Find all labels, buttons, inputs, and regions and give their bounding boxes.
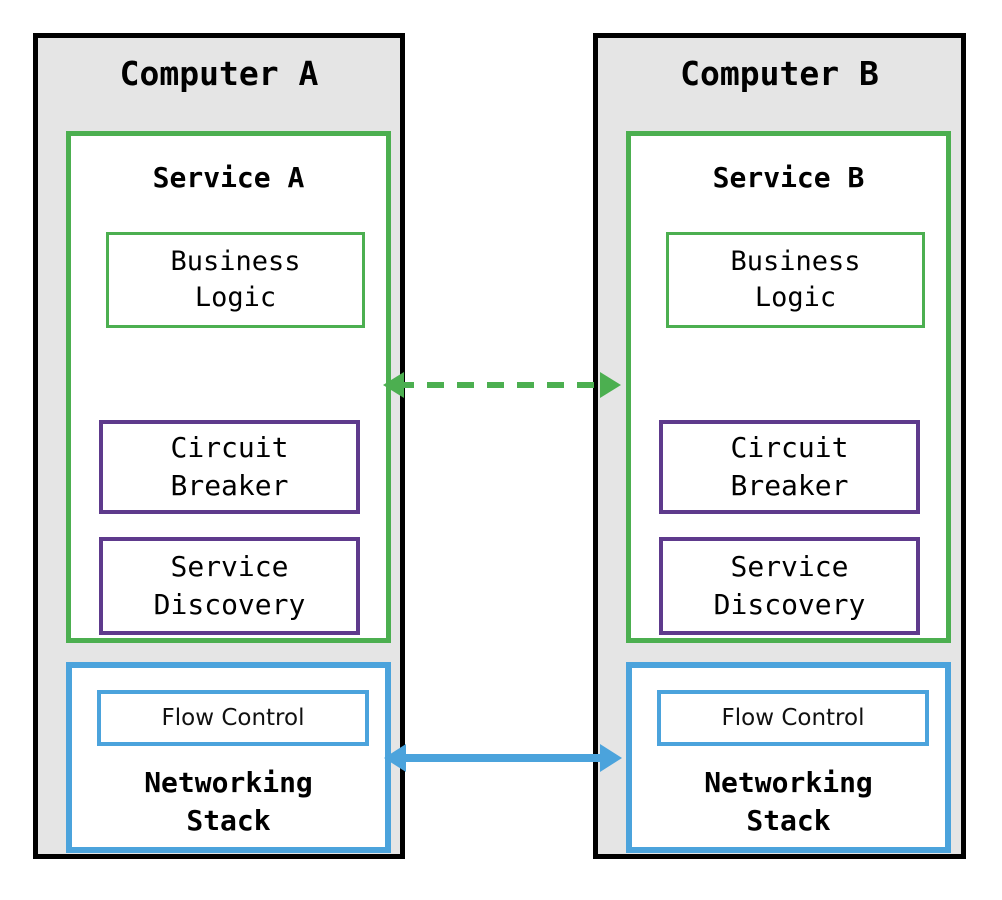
circuit-breaker-b-box: Circuit Breaker — [659, 420, 920, 514]
business-logic-b-label: Business Logic — [730, 246, 861, 313]
computer-a-title: Computer A — [119, 54, 319, 93]
service-b-box: Service B Business Logic Circuit Breaker… — [626, 131, 951, 643]
service-discovery-a-box: Service Discovery — [99, 537, 360, 635]
service-discovery-a-label: Service Discovery — [153, 550, 306, 621]
service-discovery-b-box: Service Discovery — [659, 537, 920, 635]
service-a-title: Service A — [152, 161, 305, 194]
circuit-breaker-a-label: Circuit Breaker — [170, 431, 289, 502]
service-discovery-b-label: Service Discovery — [713, 550, 866, 621]
business-logic-b-box: Business Logic — [666, 232, 925, 328]
network-link-arrow — [384, 744, 622, 772]
flow-control-b-box: Flow Control — [657, 690, 929, 746]
service-link-arrow — [383, 372, 621, 398]
service-a-box: Service A Business Logic Circuit Breaker… — [66, 131, 391, 643]
networking-stack-a-box: Flow Control Networking Stack — [66, 662, 391, 853]
networking-stack-a-label: Networking Stack — [144, 766, 313, 837]
flow-control-a-label: Flow Control — [161, 705, 305, 731]
business-logic-a-box: Business Logic — [106, 232, 365, 328]
flow-control-a-box: Flow Control — [97, 690, 369, 746]
circuit-breaker-b-label: Circuit Breaker — [730, 431, 849, 502]
service-b-title: Service B — [712, 161, 865, 194]
computer-a-container: Computer A Service A Business Logic Circ… — [33, 33, 405, 859]
business-logic-a-label: Business Logic — [170, 246, 301, 313]
diagram-canvas: Computer A Service A Business Logic Circ… — [0, 0, 1002, 900]
circuit-breaker-a-box: Circuit Breaker — [99, 420, 360, 514]
networking-stack-b-box: Flow Control Networking Stack — [626, 662, 951, 853]
computer-b-title: Computer B — [680, 54, 879, 93]
flow-control-b-label: Flow Control — [721, 705, 865, 731]
networking-stack-b-label: Networking Stack — [704, 766, 873, 837]
computer-b-container: Computer B Service B Business Logic Circ… — [593, 33, 966, 859]
